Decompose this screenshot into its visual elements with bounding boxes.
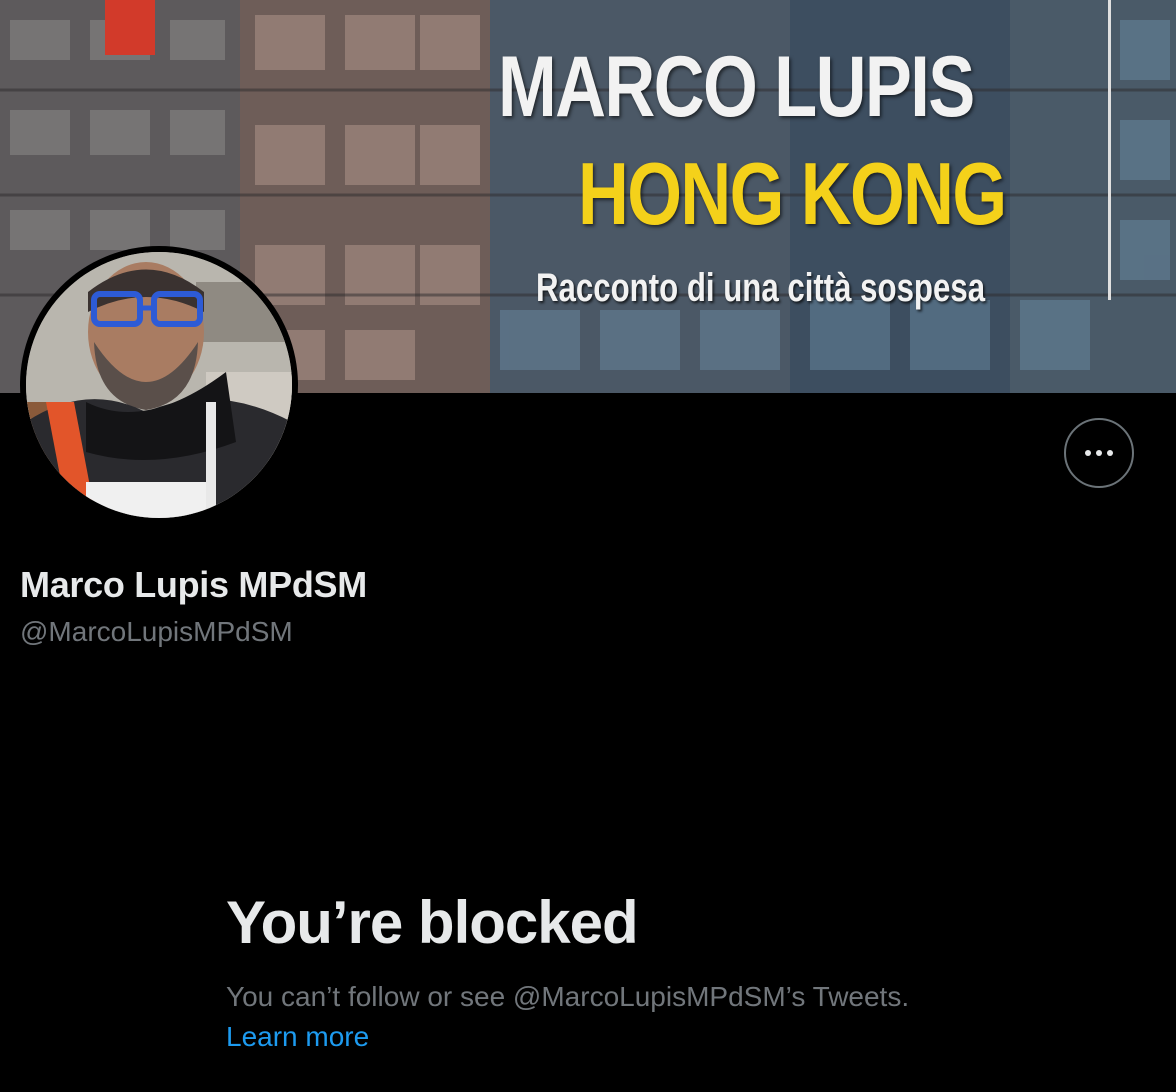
profile-handle: @MarcoLupisMPdSM [20,616,293,647]
ellipsis-dot [1085,450,1091,456]
profile-avatar[interactable] [20,246,298,524]
learn-more-link[interactable]: Learn more [226,1021,369,1052]
ellipsis-dot [1107,450,1113,456]
blocked-message: You can’t follow or see @MarcoLupisMPdSM… [226,977,946,1057]
banner-divider-line [1108,0,1111,300]
ellipsis-dot [1096,450,1102,456]
blocked-message-text: You can’t follow or see @MarcoLupisMPdSM… [226,981,910,1012]
blocked-heading: You’re blocked [226,889,639,956]
banner-title: MARCO LUPIS [498,39,975,135]
avatar-photo-image [26,252,292,518]
ellipsis-horizontal-icon [1085,450,1113,456]
profile-display-name: Marco Lupis MPdSM [20,564,367,605]
banner-tagline: Racconto di una città sospesa [536,266,986,310]
banner-subtitle: HONG KONG [578,144,1007,243]
avatar-photo [26,252,292,518]
more-options-button[interactable] [1064,418,1134,488]
